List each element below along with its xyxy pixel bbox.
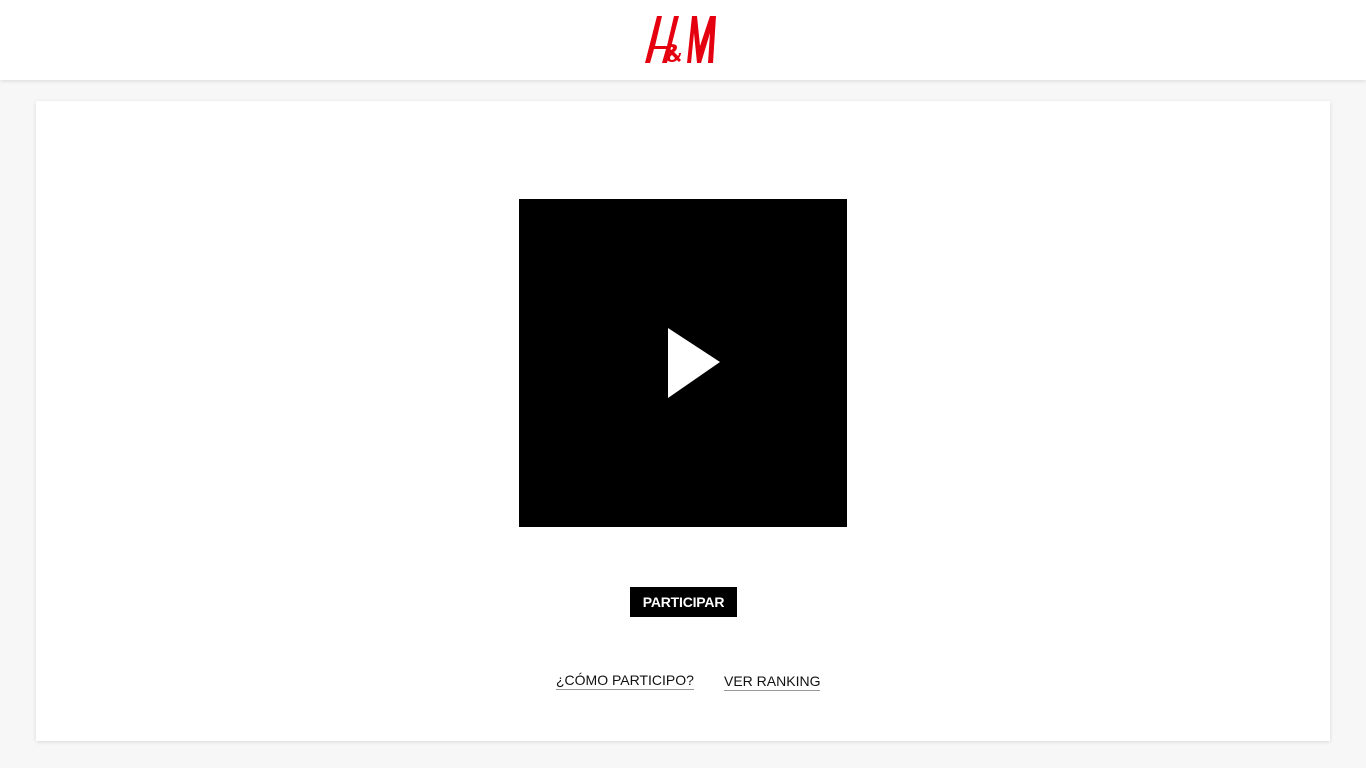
play-icon[interactable] [668,328,720,398]
video-player[interactable] [519,199,847,527]
view-ranking-link[interactable]: VER RANKING [724,673,821,691]
hm-logo-icon [645,16,716,63]
content-card: PARTICIPAR ¿CÓMO PARTICIPO? VER RANKING [36,101,1330,741]
participate-button[interactable]: PARTICIPAR [630,587,737,617]
top-header [0,0,1366,80]
how-to-participate-link[interactable]: ¿CÓMO PARTICIPO? [556,672,694,690]
